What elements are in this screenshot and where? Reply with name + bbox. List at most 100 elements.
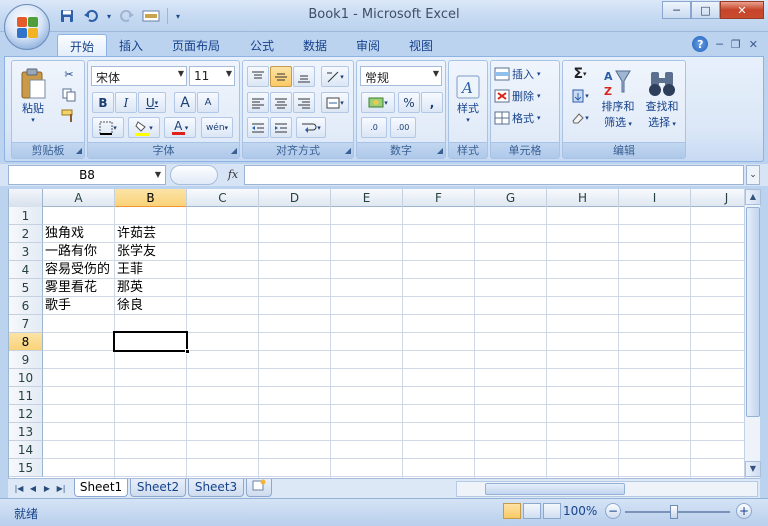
wrap-text-button[interactable]: ▾ (296, 117, 326, 138)
scroll-up-icon[interactable]: ▲ (745, 189, 761, 205)
row-header-14[interactable]: 14 (9, 441, 43, 459)
worksheet-grid[interactable]: A B C D E F G H I J 1 2 3 4 5 6 7 8 9 10… (8, 189, 744, 478)
cell-b5[interactable]: 那英 (115, 279, 187, 297)
vertical-scroll-thumb[interactable] (746, 207, 760, 417)
active-cell-border[interactable] (113, 331, 190, 354)
column-header-d[interactable]: D (259, 189, 331, 207)
scroll-down-icon[interactable]: ▼ (745, 461, 761, 477)
phonetic-guide-button[interactable]: wén ▾ (201, 117, 233, 138)
clipboard-launcher-icon[interactable]: ◢ (76, 146, 82, 155)
tab-data[interactable]: 数据 (291, 34, 339, 56)
name-box[interactable]: B8 ▼ (8, 165, 166, 185)
minimize-button[interactable]: ─ (662, 1, 691, 19)
column-header-b[interactable]: B (115, 189, 187, 207)
borders-button[interactable]: ▾ (92, 117, 124, 138)
zoom-in-button[interactable]: + (736, 503, 752, 519)
zoom-slider-thumb[interactable] (670, 505, 678, 519)
row-header-13[interactable]: 13 (9, 423, 43, 441)
column-header-j[interactable]: J (691, 189, 744, 207)
font-size-select[interactable]: 11 ▼ (189, 66, 235, 86)
sort-filter-button[interactable]: AZ 排序和 筛选 ▾ (597, 64, 639, 134)
undo-dropdown-icon[interactable]: ▾ (104, 6, 114, 26)
column-header-i[interactable]: I (619, 189, 691, 207)
insert-function-button[interactable]: fx (222, 165, 244, 185)
bold-button[interactable]: B (92, 92, 114, 113)
font-color-button[interactable]: A ▾ (164, 117, 196, 138)
decrease-decimal-button[interactable]: .00 (390, 117, 416, 138)
row-header-12[interactable]: 12 (9, 405, 43, 423)
grow-font-button[interactable]: A (174, 92, 196, 113)
workbook-minimize-button[interactable]: ─ (716, 38, 723, 51)
align-right-icon[interactable] (293, 92, 315, 113)
increase-indent-icon[interactable] (270, 117, 292, 138)
cell-a2[interactable]: 独角戏 (43, 225, 115, 243)
increase-decimal-button[interactable]: .0 (361, 117, 387, 138)
tab-review[interactable]: 审阅 (344, 34, 392, 56)
fill-color-button[interactable]: ▾ (128, 117, 160, 138)
cell-a4[interactable]: 容易受伤的 (43, 261, 115, 279)
align-middle-icon[interactable] (270, 66, 292, 87)
row-header-4[interactable]: 4 (9, 261, 43, 279)
orientation-button[interactable]: ▾ (321, 66, 349, 87)
column-header-a[interactable]: A (43, 189, 115, 207)
cell-a6[interactable]: 歌手 (43, 297, 115, 315)
column-header-f[interactable]: F (403, 189, 475, 207)
row-header-10[interactable]: 10 (9, 369, 43, 387)
row-header-2[interactable]: 2 (9, 225, 43, 243)
delete-cells-button[interactable]: 删除 ▾ (494, 86, 558, 106)
vertical-scrollbar[interactable]: ▲ ▼ (744, 189, 761, 478)
cell-b4[interactable]: 王菲 (115, 261, 187, 279)
alignment-launcher-icon[interactable]: ◢ (345, 146, 351, 155)
underline-button[interactable]: U ▾ (138, 92, 166, 113)
customize-toolbar-icon[interactable]: ▾ (173, 6, 183, 26)
merge-center-button[interactable]: ▾ (321, 92, 349, 113)
font-name-select[interactable]: 宋体 ▼ (91, 66, 187, 86)
format-painter-icon[interactable] (58, 107, 80, 125)
fill-handle[interactable] (185, 349, 190, 354)
decrease-indent-icon[interactable] (247, 117, 269, 138)
align-bottom-icon[interactable] (293, 66, 315, 87)
styles-button[interactable]: A 样式 ▾ (451, 64, 485, 134)
cell-a3[interactable]: 一路有你 (43, 243, 115, 261)
copy-icon[interactable] (58, 86, 80, 104)
column-header-h[interactable]: H (547, 189, 619, 207)
insert-sheet-icon[interactable] (246, 479, 272, 497)
row-header-15[interactable]: 15 (9, 459, 43, 477)
comma-style-button[interactable]: , (421, 92, 443, 113)
redo-icon[interactable] (116, 6, 138, 26)
next-sheet-icon[interactable]: ▶ (40, 482, 54, 496)
number-launcher-icon[interactable]: ◢ (437, 146, 443, 155)
cell-b3[interactable]: 张学友 (115, 243, 187, 261)
select-all-button[interactable] (9, 189, 43, 207)
tab-page-layout[interactable]: 页面布局 (160, 34, 232, 56)
normal-view-icon[interactable] (503, 503, 521, 519)
italic-button[interactable]: I (115, 92, 137, 113)
horizontal-scrollbar[interactable] (456, 481, 758, 497)
cell-a5[interactable]: 雾里看花 (43, 279, 115, 297)
formula-bar-divider-handle[interactable] (170, 165, 218, 185)
column-header-c[interactable]: C (187, 189, 259, 207)
format-cells-button[interactable]: 格式 ▾ (494, 108, 558, 128)
workbook-restore-button[interactable]: ❐ (731, 38, 741, 51)
fill-button[interactable]: ▾ (566, 86, 594, 106)
first-sheet-icon[interactable]: |◀ (12, 482, 26, 496)
page-break-view-icon[interactable] (543, 503, 561, 519)
percent-button[interactable]: % (398, 92, 420, 113)
restore-button[interactable]: □ (691, 1, 720, 19)
zoom-level[interactable]: 100% (563, 504, 597, 518)
form-icon[interactable] (140, 6, 162, 26)
column-header-g[interactable]: G (475, 189, 547, 207)
workbook-close-button[interactable]: ✕ (749, 38, 758, 51)
paste-button[interactable]: 粘贴 ▾ (16, 63, 50, 129)
font-launcher-icon[interactable]: ◢ (231, 146, 237, 155)
find-select-button[interactable]: 查找和 选择 ▾ (641, 64, 683, 134)
expand-formula-bar-icon[interactable]: ⌄ (746, 165, 760, 185)
row-header-7[interactable]: 7 (9, 315, 43, 333)
row-header-11[interactable]: 11 (9, 387, 43, 405)
accounting-format-button[interactable]: ▾ (361, 92, 395, 113)
zoom-out-button[interactable]: − (605, 503, 621, 519)
save-icon[interactable] (56, 6, 78, 26)
sheet-tab-sheet3[interactable]: Sheet3 (188, 479, 244, 497)
column-header-e[interactable]: E (331, 189, 403, 207)
tab-formulas[interactable]: 公式 (238, 34, 286, 56)
